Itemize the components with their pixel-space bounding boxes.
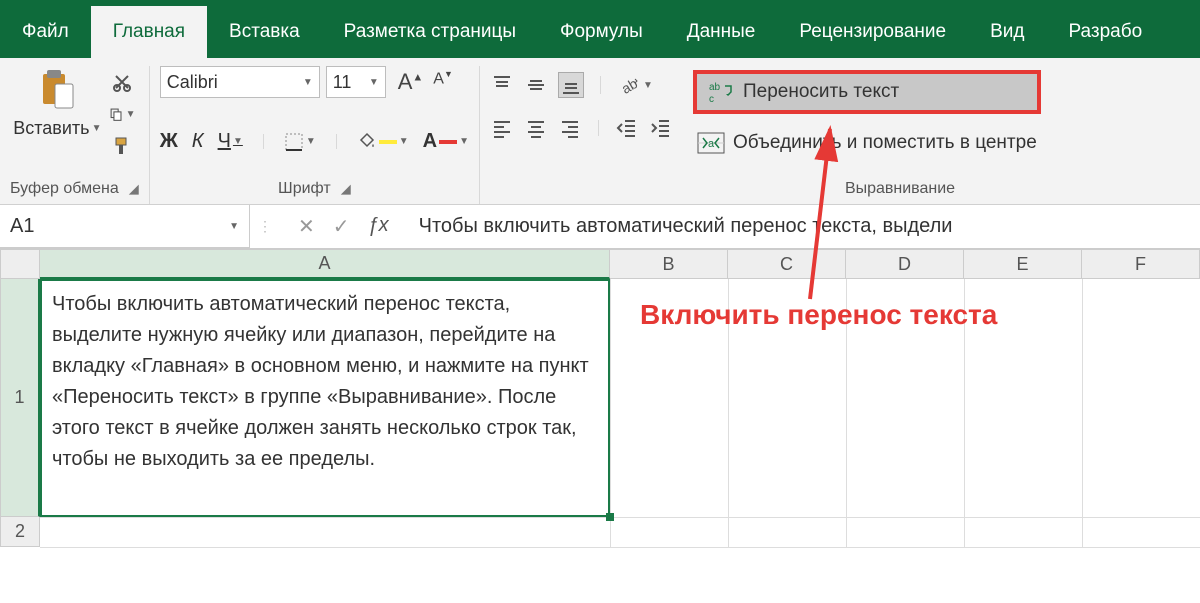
svg-text:ab: ab — [709, 82, 721, 93]
chevron-down-icon: ▼ — [306, 136, 316, 147]
fill-color-button[interactable]: ▼ — [357, 132, 409, 152]
align-middle-button[interactable] — [524, 73, 548, 97]
column-header-B[interactable]: B — [610, 249, 728, 279]
tab-formulas[interactable]: Формулы — [538, 6, 665, 58]
group-font-label: Шрифт — [278, 180, 331, 198]
group-font: Calibri ▼ 11 ▼ A▲ A▼ Ж К Ч ▼ — [150, 66, 480, 204]
name-box-value: A1 — [10, 215, 34, 238]
borders-button[interactable]: ▼ — [284, 132, 316, 152]
paste-label: Вставить — [13, 118, 89, 139]
dialog-launcher-icon[interactable]: ◢ — [129, 181, 139, 197]
enter-formula-button[interactable]: ✓ — [333, 214, 350, 239]
tab-developer[interactable]: Разрабо — [1046, 6, 1164, 58]
align-left-button[interactable] — [490, 116, 514, 140]
merge-center-button[interactable]: a Объединить и поместить в центре — [693, 130, 1041, 156]
name-box[interactable]: A1 ▼ — [0, 205, 250, 248]
group-alignment: ab ▼ abc Переносить текст — [480, 66, 1200, 204]
chevron-down-icon: ▼ — [459, 136, 469, 147]
chevron-down-icon: ▼ — [126, 109, 136, 120]
orientation-button[interactable]: ab ▼ — [617, 73, 653, 97]
vertical-grip-icon: ⋮ — [250, 218, 280, 235]
tab-file[interactable]: Файл — [0, 6, 91, 58]
copy-button[interactable]: ▼ — [109, 102, 135, 126]
column-header-E[interactable]: E — [964, 249, 1082, 279]
decrease-font-button[interactable]: A▼ — [433, 69, 453, 95]
insert-function-button[interactable]: ƒx — [368, 214, 389, 239]
tab-insert[interactable]: Вставка — [207, 6, 322, 58]
formula-bar-row: A1 ▼ ⋮ ✕ ✓ ƒx — [0, 205, 1200, 249]
select-all-corner[interactable] — [0, 249, 40, 279]
tab-data[interactable]: Данные — [665, 6, 778, 58]
underline-button[interactable]: Ч ▼ — [218, 130, 243, 153]
cancel-formula-button[interactable]: ✕ — [298, 214, 315, 239]
tab-home[interactable]: Главная — [91, 6, 207, 58]
row-header-2[interactable]: 2 — [0, 517, 40, 547]
cell-A1[interactable]: Чтобы включить автоматический перенос те… — [40, 279, 610, 517]
group-clipboard: Вставить ▼ ▼ Буфер обмена ◢ — [0, 66, 150, 204]
paste-button[interactable] — [34, 66, 80, 116]
align-right-button[interactable] — [558, 116, 582, 140]
svg-text:ab: ab — [619, 75, 641, 97]
formula-input[interactable] — [407, 205, 1200, 248]
italic-button[interactable]: К — [192, 130, 204, 153]
chevron-down-icon: ▼ — [229, 221, 239, 232]
increase-font-button[interactable]: A▲ — [398, 69, 424, 95]
format-painter-button[interactable] — [109, 134, 135, 158]
chevron-down-icon: ▼ — [303, 77, 313, 88]
align-center-button[interactable] — [524, 116, 548, 140]
increase-indent-button[interactable] — [649, 116, 673, 140]
font-color-button[interactable]: A ▼ — [423, 130, 469, 153]
wrap-text-label: Переносить текст — [743, 81, 899, 103]
wrap-text-button[interactable]: abc Переносить текст — [693, 70, 1041, 114]
svg-text:a: a — [708, 138, 715, 150]
ribbon: Вставить ▼ ▼ Буфер обмена ◢ — [0, 58, 1200, 205]
cut-button[interactable] — [109, 70, 135, 94]
svg-text:c: c — [709, 94, 714, 104]
group-clipboard-label: Буфер обмена — [10, 180, 119, 198]
merge-center-label: Объединить и поместить в центре — [733, 132, 1037, 154]
tab-view[interactable]: Вид — [968, 6, 1046, 58]
tab-page-layout[interactable]: Разметка страницы — [322, 6, 538, 58]
column-header-C[interactable]: C — [728, 249, 846, 279]
row-header-1[interactable]: 1 — [0, 279, 40, 517]
font-size-select[interactable]: 11 ▼ — [326, 66, 386, 98]
chevron-down-icon: ▼ — [643, 80, 653, 91]
fill-color-swatch — [379, 140, 397, 144]
ribbon-tabs: Файл Главная Вставка Разметка страницы Ф… — [0, 6, 1200, 58]
column-header-F[interactable]: F — [1082, 249, 1200, 279]
chevron-down-icon: ▼ — [399, 136, 409, 147]
dialog-launcher-icon[interactable]: ◢ — [341, 181, 351, 197]
chevron-down-icon: ▼ — [233, 136, 243, 147]
bold-button[interactable]: Ж — [160, 130, 178, 153]
font-size-value: 11 — [333, 72, 352, 93]
worksheet: A B C D E F 1 2 Чтобы включить автоматич… — [0, 249, 1200, 547]
column-header-A[interactable]: A — [40, 249, 610, 279]
column-header-D[interactable]: D — [846, 249, 964, 279]
align-bottom-button[interactable] — [558, 72, 584, 98]
chevron-down-icon: ▼ — [369, 77, 379, 88]
font-color-swatch — [439, 140, 457, 144]
fill-handle[interactable] — [606, 513, 614, 521]
tab-review[interactable]: Рецензирование — [777, 6, 968, 58]
decrease-indent-button[interactable] — [615, 116, 639, 140]
font-name-value: Calibri — [167, 72, 218, 93]
chevron-down-icon[interactable]: ▼ — [92, 123, 102, 134]
group-alignment-label: Выравнивание — [845, 180, 955, 198]
align-top-button[interactable] — [490, 73, 514, 97]
font-name-select[interactable]: Calibri ▼ — [160, 66, 320, 98]
